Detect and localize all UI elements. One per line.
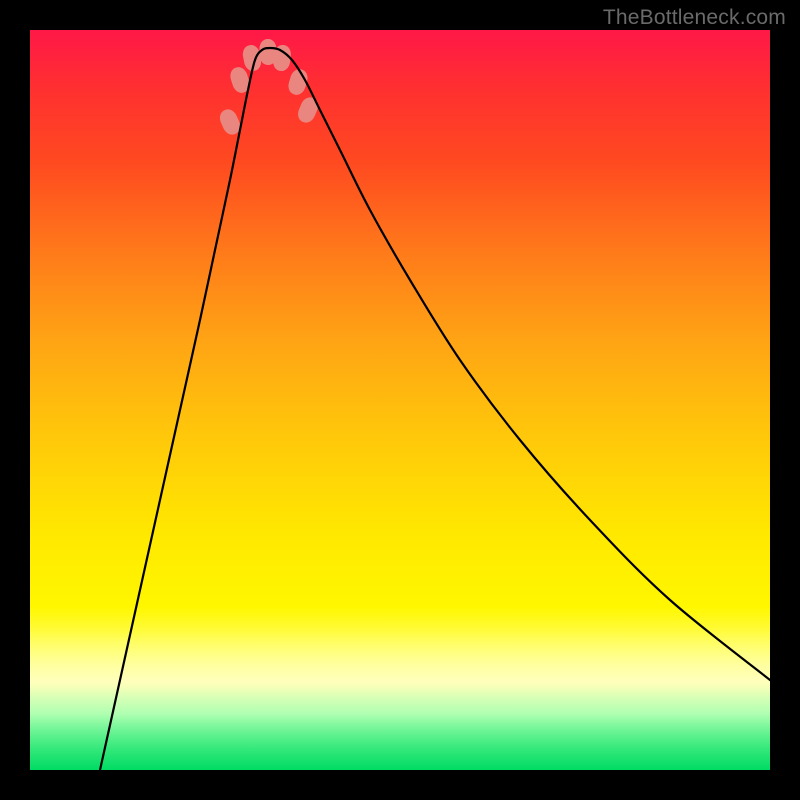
watermark-text: TheBottleneck.com xyxy=(603,6,786,30)
chart-plot-area xyxy=(30,30,770,770)
bottleneck-curve xyxy=(100,48,770,770)
curve-marker xyxy=(295,95,321,126)
curve-markers-group xyxy=(217,39,321,138)
chart-svg xyxy=(30,30,770,770)
